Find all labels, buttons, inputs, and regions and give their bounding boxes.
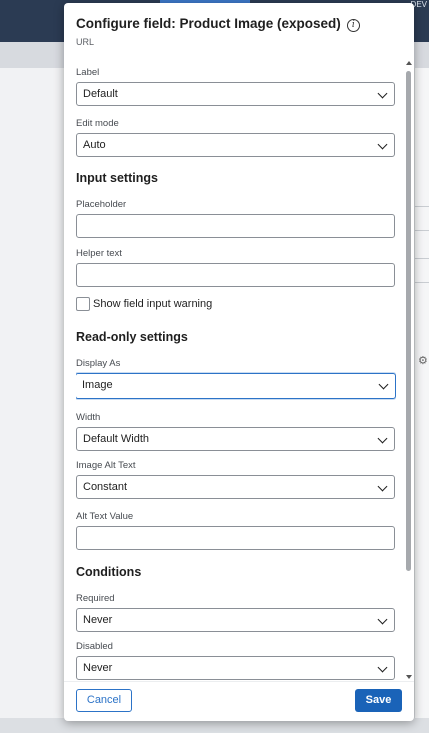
display-as-select[interactable]: Image	[76, 373, 396, 399]
display-as-field: Display As Image	[76, 358, 396, 399]
scrollbar-thumb[interactable]	[406, 71, 411, 571]
dialog-footer: Cancel Save	[64, 681, 414, 721]
disabled-value: Never	[83, 662, 113, 674]
required-select[interactable]: Never	[76, 608, 395, 632]
alt-text-value-field: Alt Text Value	[76, 511, 395, 550]
chevron-down-icon	[377, 481, 388, 492]
dialog-body[interactable]: Label Default Edit mode Auto Input setti…	[76, 61, 396, 681]
label-select[interactable]: Default	[76, 82, 395, 106]
label-field: Label Default	[76, 67, 395, 106]
display-as-label: Display As	[76, 358, 121, 369]
required-field: Required Never	[76, 593, 395, 632]
show-warning-checkbox[interactable]	[76, 297, 90, 311]
disabled-select[interactable]: Never	[76, 656, 395, 680]
edit-mode-label: Edit mode	[76, 118, 119, 129]
scroll-down-arrow-icon[interactable]	[406, 675, 412, 679]
chevron-down-icon	[377, 139, 388, 150]
chevron-down-icon	[377, 88, 388, 99]
placeholder-label: Placeholder	[76, 199, 127, 210]
required-label: Required	[76, 593, 115, 604]
dialog-scrollbar[interactable]	[406, 61, 412, 679]
width-select[interactable]: Default Width	[76, 427, 395, 451]
edit-mode-value: Auto	[83, 139, 106, 151]
label-select-value: Default	[83, 88, 118, 100]
conditions-heading: Conditions	[76, 565, 142, 579]
show-warning-label[interactable]: Show field input warning	[93, 298, 212, 310]
width-field: Width Default Width	[76, 412, 395, 451]
info-icon[interactable]: i	[346, 19, 360, 32]
background-left-panel	[0, 68, 64, 718]
image-alt-text-label: Image Alt Text	[76, 460, 136, 471]
configure-field-dialog: Configure field: Product Image (exposed)…	[64, 3, 414, 721]
alt-text-value-label: Alt Text Value	[76, 511, 134, 522]
disabled-field: Disabled Never	[76, 641, 395, 680]
required-value: Never	[83, 614, 113, 626]
image-alt-text-value: Constant	[83, 481, 128, 493]
chevron-down-icon	[377, 662, 388, 673]
image-alt-text-select[interactable]: Constant	[76, 475, 395, 499]
chevron-down-icon	[378, 379, 389, 390]
input-settings-heading: Input settings	[76, 171, 158, 185]
dialog-header: Configure field: Product Image (exposed)…	[76, 15, 402, 47]
alt-text-value-input[interactable]	[76, 526, 395, 550]
show-warning-row[interactable]: Show field input warning	[76, 296, 212, 312]
placeholder-input[interactable]	[76, 214, 395, 238]
scroll-up-arrow-icon[interactable]	[406, 61, 412, 65]
chevron-down-icon	[377, 433, 388, 444]
width-label: Width	[76, 412, 101, 423]
dialog-title: Configure field: Product Image (exposed)	[76, 16, 341, 31]
readonly-settings-heading: Read-only settings	[76, 330, 188, 344]
disabled-label: Disabled	[76, 641, 113, 652]
edit-mode-field: Edit mode Auto	[76, 118, 395, 157]
helper-text-label: Helper text	[76, 248, 122, 259]
image-alt-text-field: Image Alt Text Constant	[76, 460, 395, 499]
gear-icon[interactable]: ⚙	[418, 354, 428, 367]
chevron-down-icon	[377, 614, 388, 625]
display-as-value: Image	[82, 379, 113, 391]
helper-text-field: Helper text	[76, 248, 395, 287]
edit-mode-select[interactable]: Auto	[76, 133, 395, 157]
width-value: Default Width	[83, 433, 150, 445]
background-right-panel: ⚙	[414, 68, 429, 718]
label-field-label: Label	[76, 67, 100, 78]
dialog-subtitle: URL	[76, 37, 95, 47]
save-button[interactable]: Save	[355, 689, 402, 712]
helper-text-input[interactable]	[76, 263, 395, 287]
cancel-button[interactable]: Cancel	[76, 689, 132, 712]
placeholder-field: Placeholder	[76, 199, 395, 238]
